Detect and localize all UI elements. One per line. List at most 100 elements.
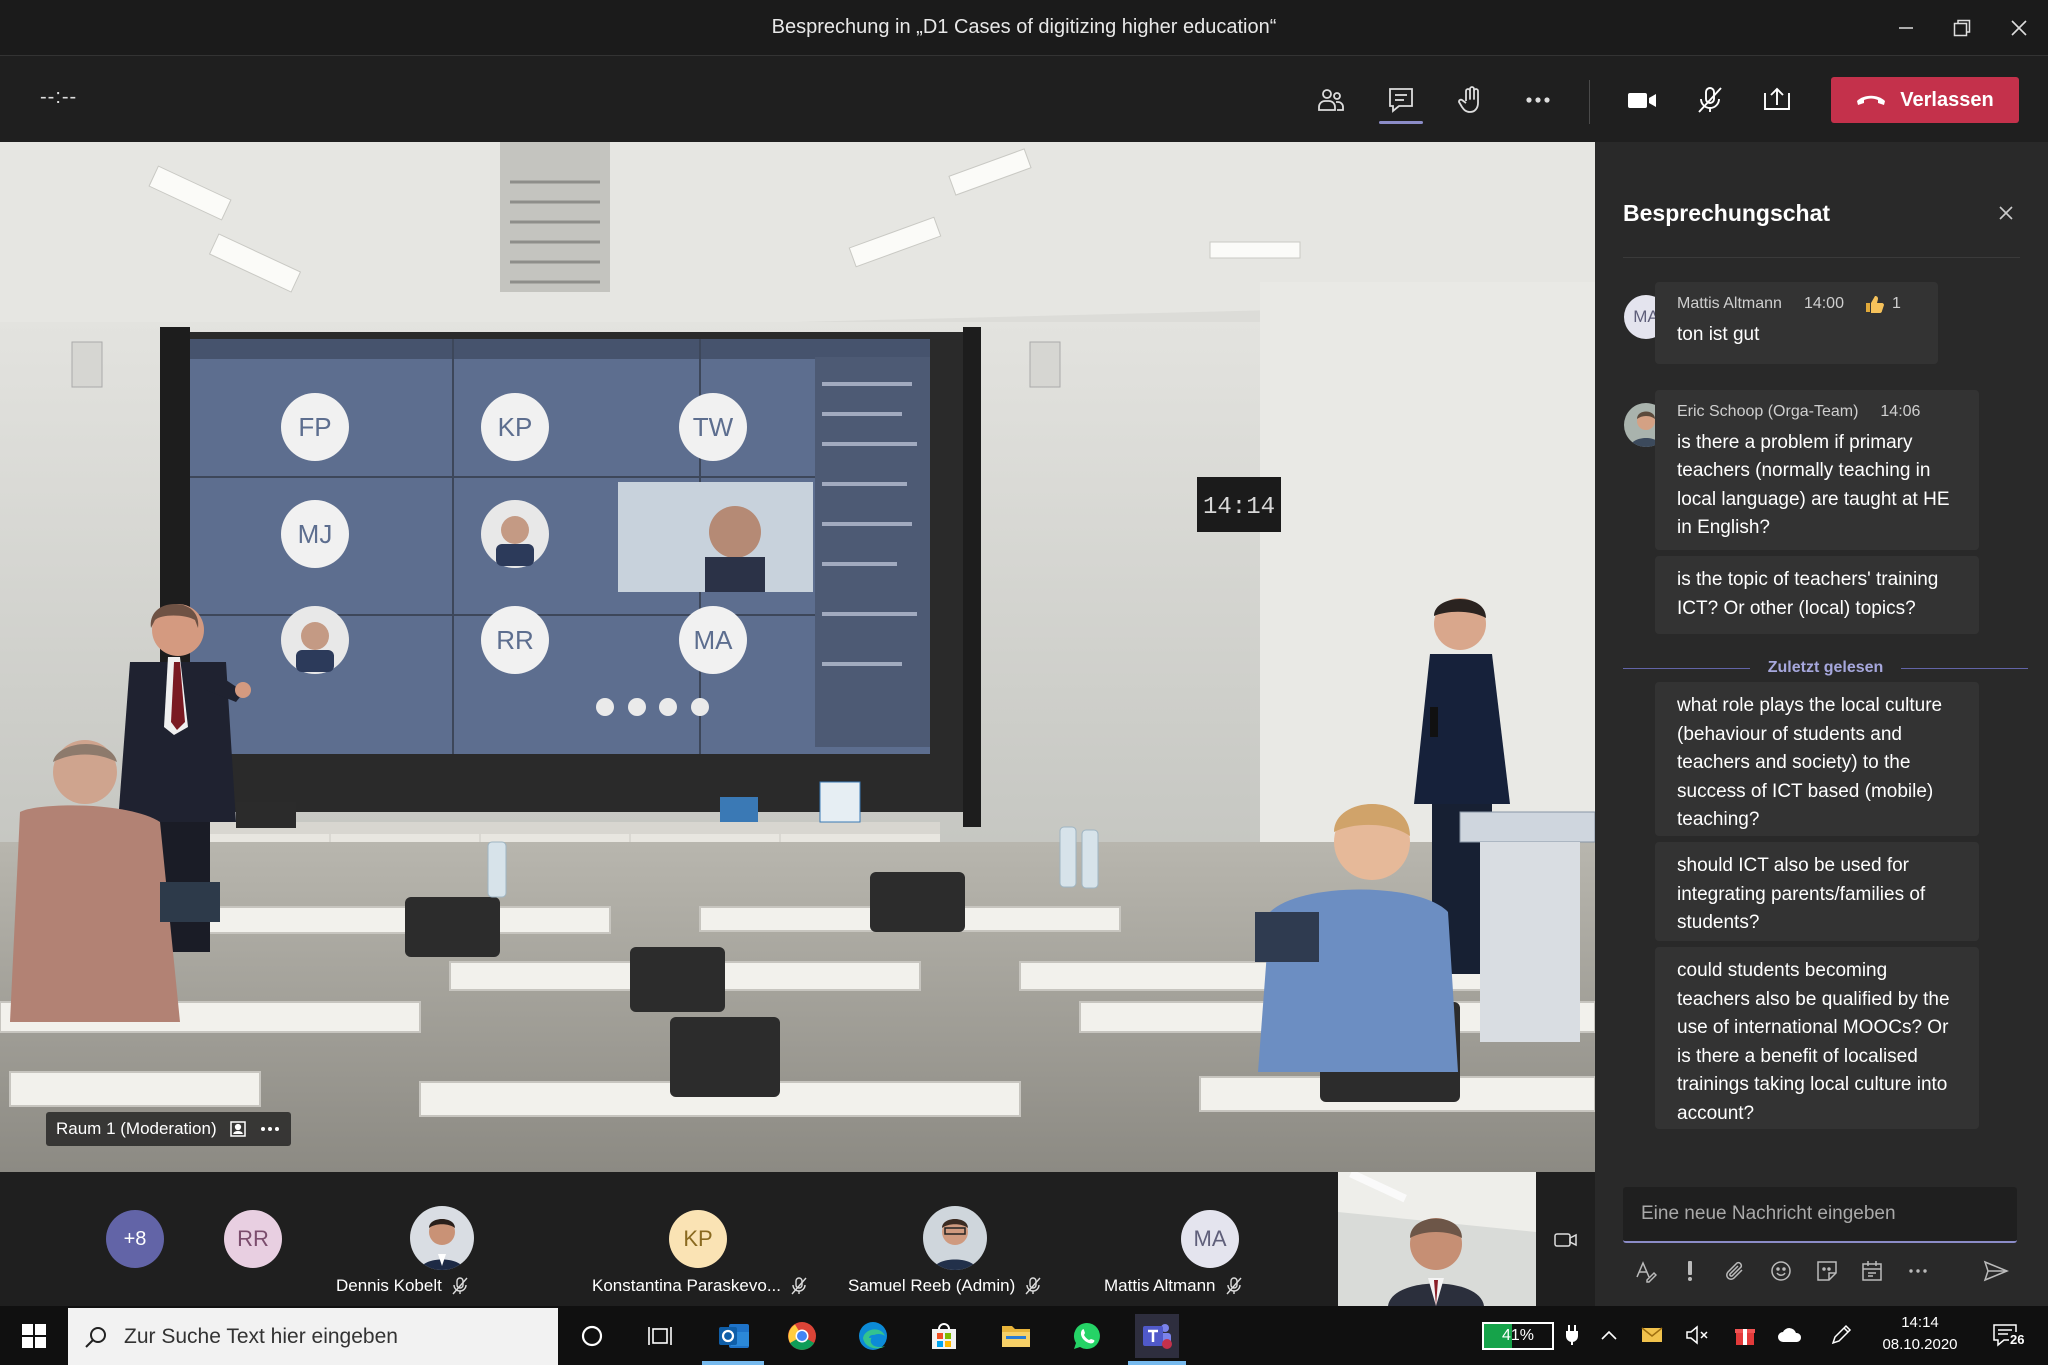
room-label-text: Raum 1 (Moderation) — [56, 1119, 217, 1138]
close-icon — [2011, 20, 2027, 36]
more-icon — [1909, 1269, 1927, 1273]
chat-message[interactable]: should ICT also be used for integrating … — [1655, 842, 1979, 941]
gift-tray-icon[interactable] — [1730, 1320, 1760, 1350]
message-text: is there a problem if primary teachers (… — [1677, 431, 1950, 539]
whatsapp-icon — [1073, 1322, 1100, 1349]
message-input[interactable] — [1623, 1187, 2017, 1241]
mail-tray-icon[interactable] — [1637, 1320, 1667, 1350]
microphone-off-icon — [791, 1277, 807, 1295]
message-author: Mattis Altmann — [1677, 295, 1782, 312]
taskbar-app-outlook[interactable] — [712, 1314, 756, 1358]
action-center-button[interactable]: 26 — [1983, 1320, 2027, 1350]
taskbar-clock[interactable]: 14:14 08.10.2020 — [1870, 1312, 1970, 1356]
exclamation-icon — [1688, 1261, 1692, 1281]
message-header: Eric Schoop (Orga-Team) 14:06 — [1677, 398, 1957, 427]
participants-button[interactable] — [1307, 76, 1355, 124]
emoji-button[interactable] — [1764, 1254, 1798, 1288]
send-button[interactable] — [1979, 1254, 2013, 1288]
message-time: 14:00 — [1803, 295, 1844, 312]
screen-tile-initials: RR — [496, 625, 534, 655]
room-label: Raum 1 (Moderation) — [46, 1112, 291, 1146]
microphone-off-icon — [1225, 1277, 1242, 1295]
important-button[interactable] — [1673, 1254, 1707, 1288]
conference-room-video: FP KP TW MJ RR MA 14:14 — [0, 142, 1595, 1172]
chat-message[interactable]: Mattis Altmann 14:00 1 ton ist gut — [1655, 282, 1938, 364]
taskbar-app-store[interactable] — [922, 1314, 966, 1358]
share-screen-button[interactable] — [1753, 76, 1801, 124]
close-window-button[interactable] — [1999, 8, 2039, 48]
chat-message[interactable]: is the topic of teachers' training ICT? … — [1655, 556, 1979, 634]
restore-icon — [1953, 19, 1971, 37]
more-actions-button[interactable] — [1514, 76, 1562, 124]
sticker-button[interactable] — [1810, 1254, 1844, 1288]
participant-avatar[interactable]: KP — [669, 1210, 727, 1268]
attach-button[interactable] — [1719, 1254, 1753, 1288]
more-icon — [1526, 97, 1550, 103]
minimize-button[interactable] — [1886, 8, 1926, 48]
paperclip-icon — [1726, 1261, 1743, 1280]
windows-logo-icon — [22, 1324, 46, 1348]
last-read-label: Zuletzt gelesen — [1767, 659, 1884, 676]
restore-button[interactable] — [1942, 8, 1982, 48]
message-reaction[interactable]: 1 — [1864, 290, 1901, 319]
close-chat-button[interactable] — [1989, 196, 2023, 230]
chat-message[interactable]: could students becoming teachers also be… — [1655, 947, 1979, 1129]
meeting-chat-panel: Besprechungschat MA Mattis Altmann 14:00… — [1595, 142, 2048, 1306]
more-participants-button[interactable]: +8 — [106, 1210, 164, 1268]
hang-up-icon — [1857, 95, 1886, 105]
video-camera-icon — [1628, 93, 1656, 108]
minimize-icon — [1899, 27, 1913, 29]
pen-tray-icon[interactable] — [1826, 1320, 1856, 1350]
taskbar-app-chrome[interactable] — [780, 1314, 824, 1358]
last-read-marker: Zuletzt gelesen — [1623, 659, 2029, 677]
participant-avatar[interactable]: MA — [1181, 1210, 1239, 1268]
close-icon — [1999, 206, 2013, 220]
outlook-icon — [719, 1324, 749, 1348]
window-titlebar: Besprechung in „D1 Cases of digitizing h… — [0, 0, 2048, 56]
running-indicator — [1128, 1361, 1186, 1365]
onedrive-cloud-icon[interactable] — [1775, 1320, 1805, 1350]
more-compose-options-button[interactable] — [1901, 1254, 1935, 1288]
microphone-off-icon — [1698, 87, 1722, 113]
search-icon — [85, 1326, 106, 1348]
taskbar-app-whatsapp[interactable] — [1065, 1314, 1109, 1358]
task-view-button[interactable] — [638, 1314, 682, 1358]
start-button[interactable] — [12, 1314, 56, 1358]
participant-avatar[interactable] — [923, 1206, 987, 1270]
screen-tile-initials: MJ — [298, 519, 333, 549]
self-view-camera-button[interactable] — [1548, 1222, 1584, 1258]
taskbar-search-box[interactable]: Zur Suche Text hier eingeben — [68, 1308, 558, 1365]
chat-message[interactable]: Eric Schoop (Orga-Team) 14:06 is there a… — [1655, 390, 1979, 550]
message-text: is the topic of teachers' training ICT? … — [1677, 569, 1939, 619]
cortana-button[interactable] — [570, 1314, 614, 1358]
format-button[interactable] — [1628, 1254, 1662, 1288]
screen-tile-initials: TW — [693, 412, 734, 442]
battery-indicator[interactable]: 41% — [1482, 1322, 1554, 1350]
leave-button[interactable]: Verlassen — [1831, 77, 2019, 123]
more-options-icon — [260, 1127, 279, 1131]
store-bag-icon — [932, 1323, 956, 1349]
participant-name-row: Mattis Altmann — [1104, 1276, 1242, 1296]
chat-message[interactable]: what role plays the local culture (behav… — [1655, 682, 1979, 836]
self-video-preview[interactable] — [1338, 1172, 1536, 1306]
schedule-meeting-button[interactable] — [1855, 1254, 1889, 1288]
taskbar-app-teams[interactable] — [1135, 1314, 1179, 1358]
volume-muted-icon[interactable] — [1682, 1320, 1712, 1350]
mute-button[interactable] — [1686, 76, 1734, 124]
participant-avatar[interactable]: RR — [224, 1210, 282, 1268]
main-video-stage[interactable]: FP KP TW MJ RR MA 14:14 Raum 1 (Moderati… — [0, 142, 1595, 1172]
person-board-icon — [229, 1121, 246, 1137]
raise-hand-button[interactable] — [1446, 76, 1494, 124]
notification-count: 26 — [2009, 1332, 2026, 1347]
taskbar-app-edge[interactable] — [851, 1314, 895, 1358]
share-tray-icon — [1764, 87, 1790, 110]
participant-avatar[interactable] — [410, 1206, 474, 1270]
toolbar-separator — [1589, 80, 1590, 124]
show-hidden-icons-button[interactable] — [1594, 1320, 1624, 1350]
meeting-timer: --:-- — [40, 86, 78, 108]
power-plug-icon[interactable] — [1557, 1320, 1587, 1350]
chat-divider — [1623, 257, 2020, 258]
chat-button[interactable] — [1377, 76, 1425, 124]
taskbar-app-explorer[interactable] — [994, 1314, 1038, 1358]
camera-button[interactable] — [1618, 76, 1666, 124]
